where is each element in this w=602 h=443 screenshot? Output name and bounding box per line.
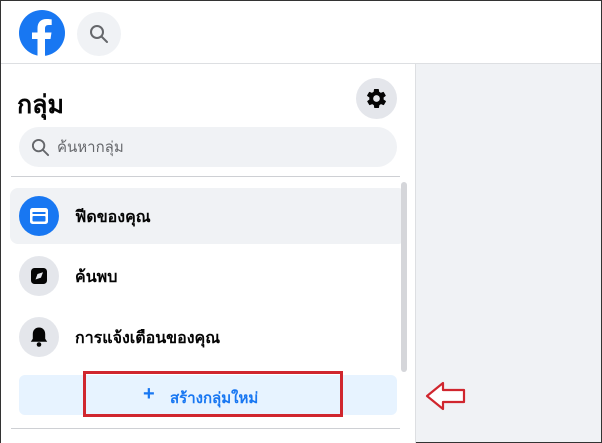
compass-icon [19,256,59,296]
feed-icon [19,196,59,236]
gear-icon [367,89,386,108]
search-icon [90,25,108,43]
divider [11,176,400,177]
left-arrow-icon [425,381,466,411]
divider [11,428,400,429]
group-search-box[interactable] [19,127,397,167]
sidebar-item-label: การแจ้งเตือนของคุณ [75,330,221,347]
highlight-box [83,371,343,417]
settings-button[interactable] [356,78,397,119]
sidebar-item-feed[interactable]: ฟีดของคุณ [10,188,406,244]
facebook-logo-icon[interactable] [19,10,65,56]
search-icon [31,138,50,157]
sidebar-item-label: ฟีดของคุณ [75,209,151,226]
search-input[interactable] [57,127,377,167]
sidebar-item-label: ค้นพบ [75,269,118,286]
bell-icon [19,317,59,357]
sidebar-item-notifications[interactable]: การแจ้งเตือนของคุณ [10,309,406,365]
top-bar [1,1,601,64]
sidebar-scrollbar[interactable] [401,182,407,372]
sidebar-item-discover[interactable]: ค้นพบ [10,248,406,304]
search-button[interactable] [77,12,121,56]
page-title: กลุ่ม [17,91,64,119]
